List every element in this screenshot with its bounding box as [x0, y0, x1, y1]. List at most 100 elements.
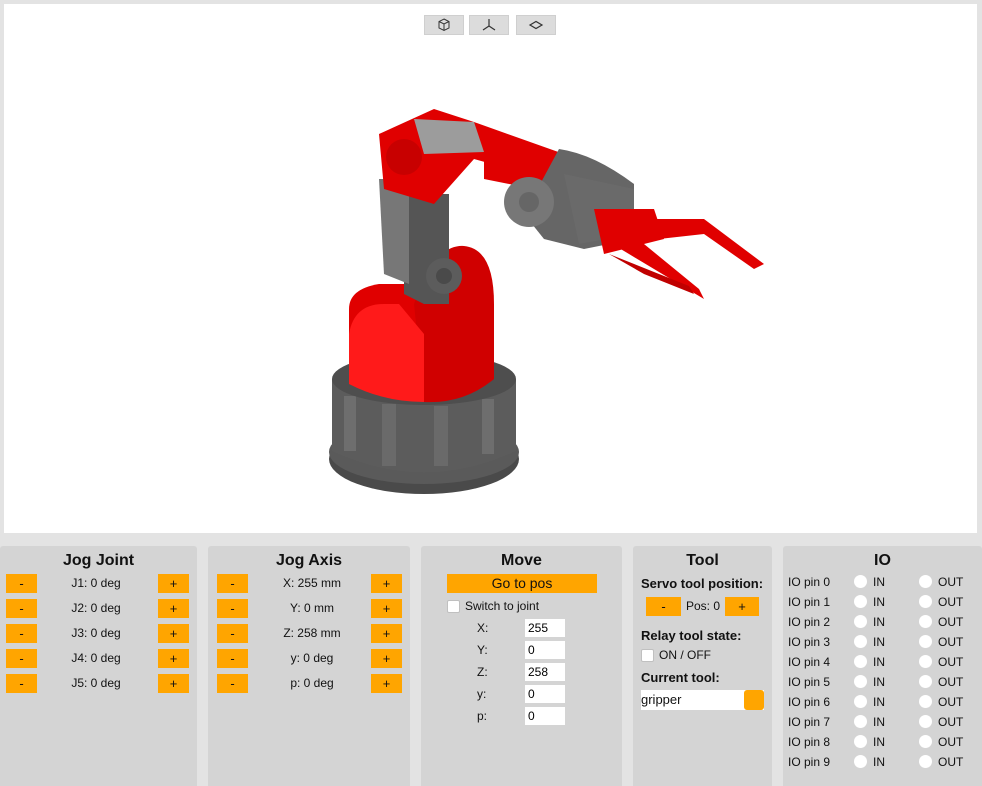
io-pin-label: IO pin 4	[788, 655, 831, 669]
j2-value: J2: 0 deg	[71, 601, 121, 615]
io-pin-in-label: IN	[873, 635, 885, 649]
io-pin-label: IO pin 5	[788, 675, 831, 689]
pitch-field-input[interactable]	[525, 707, 565, 725]
j4-value: J4: 0 deg	[71, 651, 121, 665]
move-title: Move	[501, 552, 542, 569]
3d-viewport[interactable]	[4, 4, 977, 533]
io-pin-in-label: IN	[873, 615, 885, 629]
io-pin-out-radio[interactable]	[919, 615, 932, 628]
io-pin-in-radio[interactable]	[854, 715, 867, 728]
pitch-field-label: p:	[477, 709, 488, 723]
io-pin-in-radio[interactable]	[854, 595, 867, 608]
io-pin-in-radio[interactable]	[854, 695, 867, 708]
switch-to-joint-label: Switch to joint	[465, 599, 540, 613]
yaw-field-label: y:	[477, 687, 487, 701]
x-axis-value: X: 255 mm	[282, 576, 342, 590]
io-pin-out-radio[interactable]	[919, 635, 932, 648]
io-pin-out-radio[interactable]	[919, 715, 932, 728]
io-pin-in-radio[interactable]	[854, 735, 867, 748]
servo-minus-button[interactable]: -	[646, 597, 681, 616]
z-field-input[interactable]	[525, 663, 565, 681]
j3-minus-button[interactable]: -	[6, 624, 37, 643]
go-to-pos-button[interactable]: Go to pos	[447, 574, 597, 593]
j3-plus-button[interactable]: +	[158, 624, 189, 643]
j3-value: J3: 0 deg	[71, 626, 121, 640]
y-axis-value: Y: 0 mm	[289, 601, 334, 615]
io-title: IO	[874, 552, 891, 569]
robot-arm-model	[329, 109, 764, 494]
current-tool-select[interactable]: gripper	[641, 690, 764, 710]
io-pin-in-radio[interactable]	[854, 755, 867, 768]
io-pin-out-label: OUT	[938, 615, 964, 629]
j5-value: J5: 0 deg	[71, 676, 121, 690]
io-pin-in-radio[interactable]	[854, 615, 867, 628]
io-pin-in-label: IN	[873, 695, 885, 709]
pitch-value: p: 0 deg	[290, 676, 334, 690]
io-pin-out-radio[interactable]	[919, 675, 932, 688]
tool-title: Tool	[686, 552, 719, 569]
x-minus-button[interactable]: -	[217, 574, 248, 593]
j4-plus-button[interactable]: +	[158, 649, 189, 668]
move-panel: Move Go to pos Switch to joint X: Y: Z: …	[421, 546, 622, 786]
pitch-plus-button[interactable]: +	[371, 674, 402, 693]
io-pin-out-label: OUT	[938, 695, 964, 709]
io-pin-out-label: OUT	[938, 655, 964, 669]
io-pin-in-label: IN	[873, 595, 885, 609]
jog-axis-panel: Jog Axis - X: 255 mm + - Y: 0 mm + - Z: …	[208, 546, 410, 786]
io-pin-out-radio[interactable]	[919, 575, 932, 588]
jog-axis-title: Jog Axis	[275, 552, 343, 569]
io-pin-out-radio[interactable]	[919, 755, 932, 768]
x-plus-button[interactable]: +	[371, 574, 402, 593]
yaw-plus-button[interactable]: +	[371, 649, 402, 668]
j1-plus-button[interactable]: +	[158, 574, 189, 593]
yaw-minus-button[interactable]: -	[217, 649, 248, 668]
servo-plus-button[interactable]: +	[725, 597, 759, 616]
j5-plus-button[interactable]: +	[158, 674, 189, 693]
j2-plus-button[interactable]: +	[158, 599, 189, 618]
relay-toggle-label: ON / OFF	[659, 648, 711, 662]
y-minus-button[interactable]: -	[217, 599, 248, 618]
io-pin-label: IO pin 6	[788, 695, 831, 709]
io-pin-out-radio[interactable]	[919, 735, 932, 748]
io-pin-label: IO pin 7	[788, 715, 831, 729]
io-pin-label: IO pin 9	[788, 755, 831, 769]
y-plus-button[interactable]: +	[371, 599, 402, 618]
j1-value: J1: 0 deg	[71, 576, 121, 590]
io-pin-label: IO pin 3	[788, 635, 831, 649]
pitch-minus-button[interactable]: -	[217, 674, 248, 693]
io-pin-out-radio[interactable]	[919, 595, 932, 608]
io-pin-in-label: IN	[873, 675, 885, 689]
yaw-field-input[interactable]	[525, 685, 565, 703]
io-pin-in-radio[interactable]	[854, 655, 867, 668]
x-field-label: X:	[477, 621, 489, 635]
z-minus-button[interactable]: -	[217, 624, 248, 643]
j4-minus-button[interactable]: -	[6, 649, 37, 668]
io-pin-in-label: IN	[873, 715, 885, 729]
x-field-input[interactable]	[525, 619, 565, 637]
io-pin-out-label: OUT	[938, 595, 964, 609]
current-tool-label: Current tool:	[641, 670, 720, 685]
switch-to-joint-checkbox[interactable]	[447, 600, 460, 613]
yaw-value: y: 0 deg	[290, 651, 334, 665]
io-pin-out-label: OUT	[938, 635, 964, 649]
j5-minus-button[interactable]: -	[6, 674, 37, 693]
servo-position-value: Pos: 0	[685, 599, 721, 613]
io-pin-out-radio[interactable]	[919, 655, 932, 668]
dropdown-icon[interactable]	[744, 690, 764, 710]
io-pin-label: IO pin 2	[788, 615, 831, 629]
io-pin-in-radio[interactable]	[854, 675, 867, 688]
io-pin-out-radio[interactable]	[919, 695, 932, 708]
io-pin-label: IO pin 8	[788, 735, 831, 749]
io-pin-out-label: OUT	[938, 735, 964, 749]
j1-minus-button[interactable]: -	[6, 574, 37, 593]
io-pin-in-label: IN	[873, 655, 885, 669]
io-pin-in-radio[interactable]	[854, 635, 867, 648]
io-pin-out-label: OUT	[938, 715, 964, 729]
y-field-input[interactable]	[525, 641, 565, 659]
io-pin-in-radio[interactable]	[854, 575, 867, 588]
j2-minus-button[interactable]: -	[6, 599, 37, 618]
servo-tool-label: Servo tool position:	[641, 576, 764, 591]
relay-toggle-checkbox[interactable]	[641, 649, 654, 662]
io-pin-in-label: IN	[873, 735, 885, 749]
z-plus-button[interactable]: +	[371, 624, 402, 643]
